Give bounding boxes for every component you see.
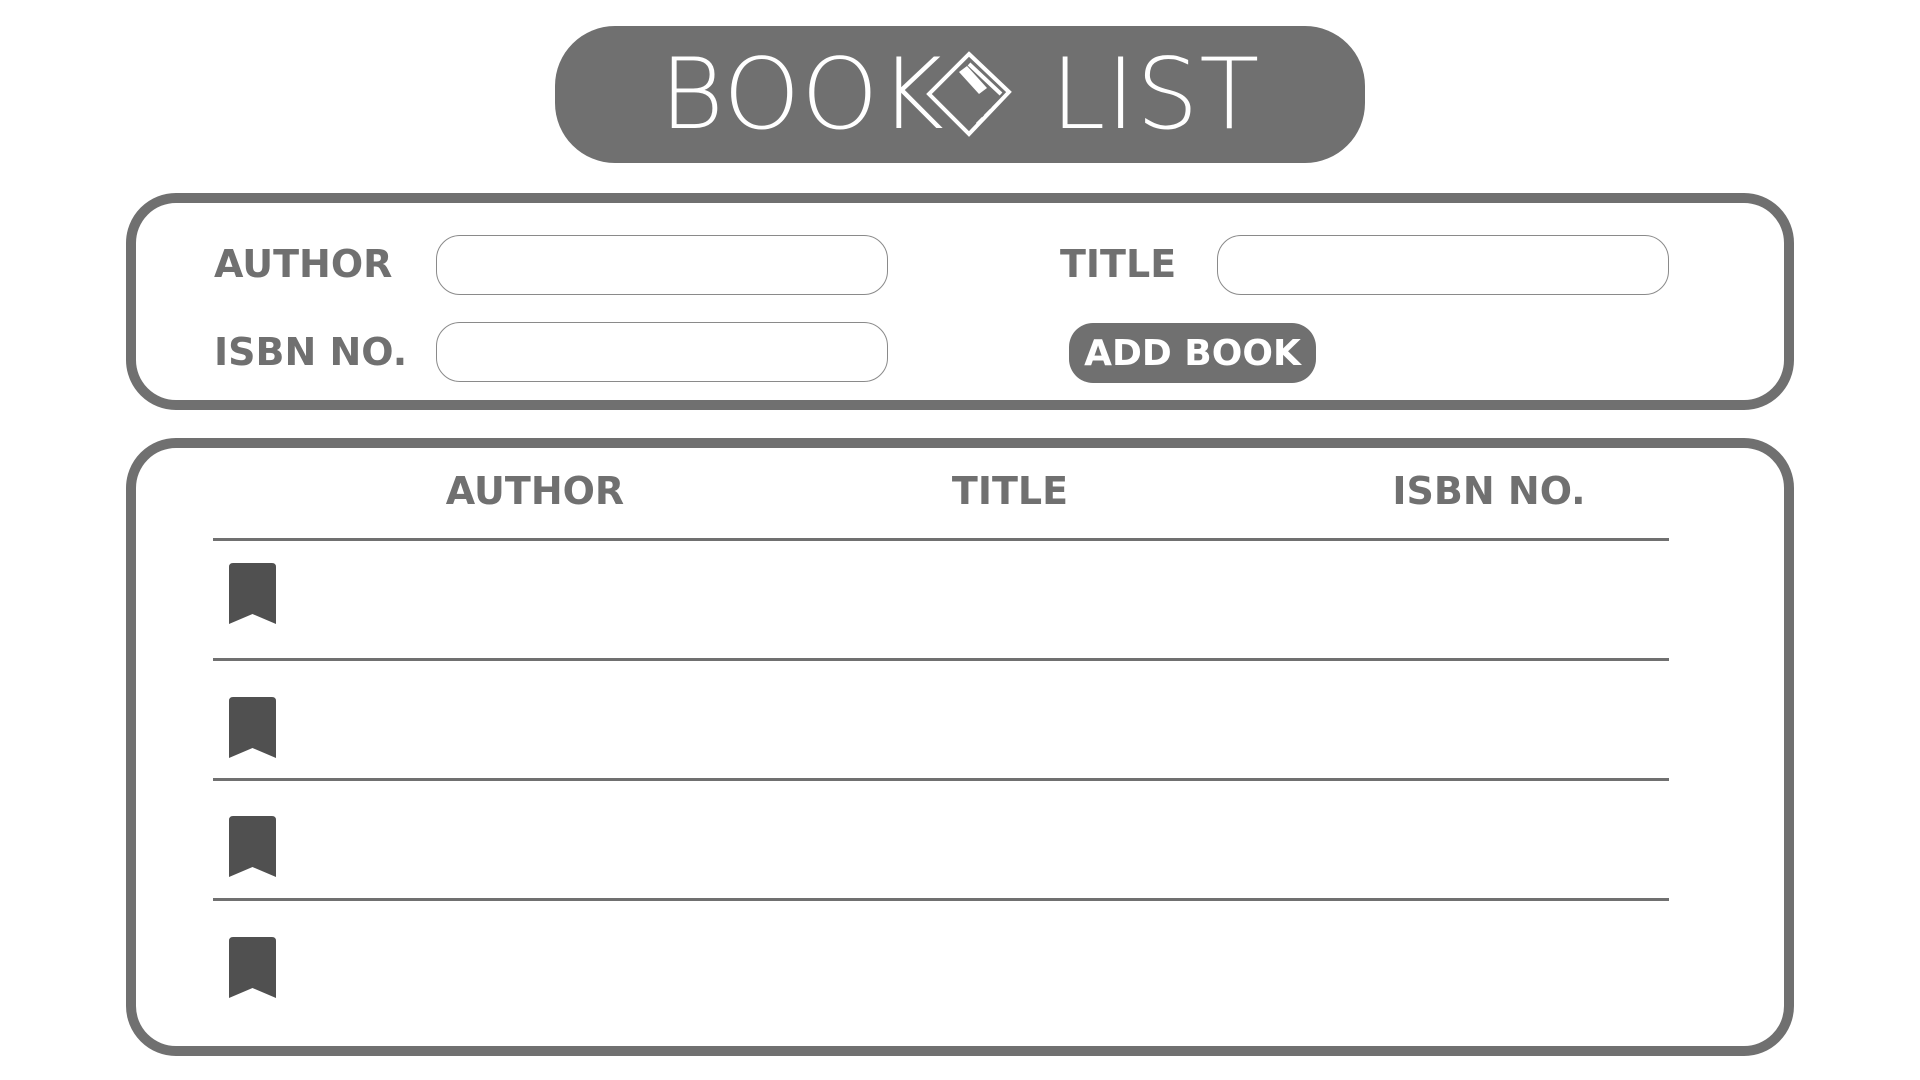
bookmark-icon	[229, 816, 276, 877]
isbn-input[interactable]	[436, 322, 888, 382]
author-label: AUTHOR	[214, 242, 393, 286]
author-input[interactable]	[436, 235, 888, 295]
page-title-banner: BOOK LIST	[555, 26, 1365, 163]
page-title-list: LIST	[1050, 37, 1261, 152]
column-header-author: AUTHOR	[445, 469, 625, 513]
title-input[interactable]	[1217, 235, 1669, 295]
bookmark-icon	[229, 563, 276, 624]
book-icon	[925, 50, 1012, 137]
table-row	[213, 781, 1669, 898]
title-label: TITLE	[1060, 242, 1177, 286]
isbn-label: ISBN NO.	[214, 330, 408, 374]
page-title-book: BOOK	[659, 37, 945, 152]
table-row	[213, 541, 1669, 658]
column-header-title: TITLE	[951, 469, 1069, 513]
bookmark-icon	[229, 697, 276, 758]
table-row	[213, 661, 1669, 778]
column-header-isbn: ISBN NO.	[1392, 469, 1586, 513]
add-book-button[interactable]: ADD BOOK	[1069, 323, 1316, 383]
table-row	[213, 901, 1669, 1018]
add-book-form	[126, 193, 1794, 410]
bookmark-icon	[229, 937, 276, 998]
